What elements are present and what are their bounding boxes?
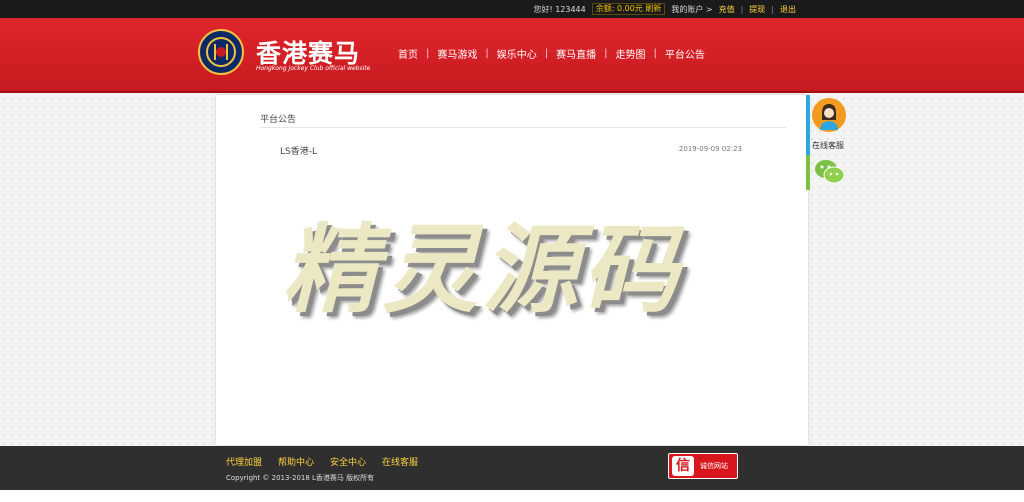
recharge-link[interactable]: 充值 <box>719 4 735 15</box>
withdraw-link[interactable]: 提现 <box>749 4 765 15</box>
nav-item-announcements[interactable]: 平台公告 <box>657 46 713 61</box>
top-account-bar: 您好! 123444 余额: 0.00元 刷新 我的账户 > 充值 | 提现 |… <box>0 0 1024 18</box>
copyright-text: Copyright © 2013-2018 L香港赛马 版权所有 <box>226 474 375 482</box>
customer-service-avatar-icon[interactable] <box>812 98 846 132</box>
trust-icon: 信 <box>672 456 694 476</box>
divider: | <box>740 4 744 14</box>
main-nav: 首页 | 赛马游戏 | 娱乐中心 | 赛马直播 | 走势图 | 平台公告 <box>390 46 713 61</box>
my-account-link[interactable]: 我的账户 > <box>671 4 712 15</box>
nav-item-racing-games[interactable]: 赛马游戏 <box>429 46 485 61</box>
site-footer: 代理加盟 帮助中心 安全中心 在线客服 Copyright © 2013-201… <box>0 446 1024 490</box>
footer-link-help[interactable]: 帮助中心 <box>278 455 314 468</box>
panel-title: 平台公告 <box>260 115 297 125</box>
greeting-text: 您好! 123444 <box>533 4 586 14</box>
footer-link-online-cs[interactable]: 在线客服 <box>382 455 418 468</box>
notice-item-title[interactable]: LS香港-L <box>280 144 317 157</box>
service-bar-green <box>806 155 810 190</box>
logout-link[interactable]: 退出 <box>780 4 796 15</box>
nav-item-trend-chart[interactable]: 走势图 <box>608 46 654 61</box>
panel-divider <box>260 127 786 128</box>
site-header: 香港赛马 Hongkong Jockey Club official websi… <box>0 18 1024 93</box>
balance-display[interactable]: 余额: 0.00元 刷新 <box>591 3 666 15</box>
trust-site-badge[interactable]: 信 诚信网站 <box>668 453 738 479</box>
watermark-text: 精灵源码 <box>282 214 682 326</box>
nav-item-home[interactable]: 首页 <box>390 46 426 61</box>
online-cs-label[interactable]: 在线客服 <box>812 140 844 151</box>
footer-links: 代理加盟 帮助中心 安全中心 在线客服 <box>226 455 418 468</box>
footer-link-agent[interactable]: 代理加盟 <box>226 455 262 468</box>
trust-badge-label: 诚信网站 <box>700 462 728 470</box>
notice-item-date: 2019-09-09 02:23 <box>678 145 742 153</box>
brand-subtitle: Hongkong Jockey Club official website <box>256 65 371 72</box>
wechat-icon[interactable] <box>813 157 845 187</box>
divider: | <box>771 4 774 14</box>
footer-link-security[interactable]: 安全中心 <box>330 455 366 468</box>
bottom-strip <box>0 490 1024 502</box>
hkjc-crest-icon[interactable] <box>198 29 244 75</box>
nav-item-live[interactable]: 赛马直播 <box>548 46 604 61</box>
nav-item-entertainment[interactable]: 娱乐中心 <box>489 46 545 61</box>
